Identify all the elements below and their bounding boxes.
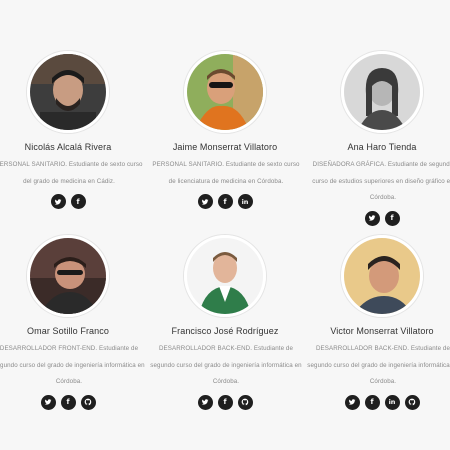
linkedin-icon[interactable]: in <box>384 394 400 410</box>
person-photo-icon <box>187 238 263 314</box>
social-links: f <box>150 394 300 410</box>
team-member-card: Nicolás Alcalá Rivera PERSONAL SANITARIO… <box>0 51 143 209</box>
facebook-icon[interactable]: f <box>384 210 400 226</box>
member-description: DISEÑADORA GRÁFICA. Estudiante de segund… <box>312 161 450 201</box>
person-photo-icon <box>187 54 263 130</box>
social-links: f <box>0 194 143 209</box>
team-member-card: Omar Sotillo Franco DESARROLLADOR FRONT-… <box>0 235 145 410</box>
member-name: Nicolás Alcalá Rivera <box>24 142 112 152</box>
github-icon[interactable] <box>404 394 420 410</box>
person-photo-icon <box>30 238 106 314</box>
twitter-icon[interactable] <box>50 194 66 209</box>
social-links: f in <box>307 394 450 410</box>
member-description: DESARROLLADOR BACK-END. Estudiante de se… <box>150 345 302 385</box>
person-photo-icon <box>344 238 420 314</box>
github-icon[interactable] <box>80 394 96 410</box>
facebook-icon[interactable]: f <box>364 394 380 410</box>
member-name: Jaime Monserrat Villatoro <box>172 142 278 152</box>
team-member-card: Jaime Monserrat Villatoro PERSONAL SANIT… <box>150 51 300 209</box>
team-member-card: Victor Monserrat Villatoro DESARROLLADOR… <box>307 235 450 410</box>
member-description: PERSONAL SANITARIO. Estudiante de sexto … <box>152 161 300 185</box>
avatar <box>341 51 423 133</box>
social-links: f <box>0 394 143 410</box>
member-name: Francisco José Rodríguez <box>171 326 279 336</box>
social-links: f in <box>150 194 300 209</box>
member-name: Omar Sotillo Franco <box>27 326 109 336</box>
facebook-icon[interactable]: f <box>217 394 233 410</box>
linkedin-icon[interactable]: in <box>237 194 253 209</box>
team-member-card: Ana Haro Tienda DISEÑADORA GRÁFICA. Estu… <box>307 51 450 226</box>
facebook-icon[interactable]: f <box>217 194 233 209</box>
twitter-icon[interactable] <box>40 394 56 410</box>
avatar <box>184 235 266 317</box>
avatar <box>184 51 266 133</box>
member-description: PERSONAL SANITARIO. Estudiante de sexto … <box>0 161 143 185</box>
twitter-icon[interactable] <box>197 194 213 209</box>
twitter-icon[interactable] <box>197 394 213 410</box>
member-description: DESARROLLADOR FRONT-END. Estudiante de s… <box>0 345 145 385</box>
member-description: DESARROLLADOR BACK-END. Estudiante de se… <box>307 345 450 385</box>
github-icon[interactable] <box>237 394 253 410</box>
facebook-icon[interactable]: f <box>60 394 76 410</box>
person-photo-icon <box>344 54 420 130</box>
twitter-icon[interactable] <box>344 394 360 410</box>
avatar <box>341 235 423 317</box>
twitter-icon[interactable] <box>364 210 380 226</box>
member-name: Ana Haro Tienda <box>347 142 417 152</box>
person-photo-icon <box>30 54 106 130</box>
avatar <box>27 235 109 317</box>
member-name: Victor Monserrat Villatoro <box>330 326 434 336</box>
team-member-card: Francisco José Rodríguez DESARROLLADOR B… <box>150 235 302 410</box>
avatar <box>27 51 109 133</box>
social-links: f <box>307 210 450 226</box>
facebook-icon[interactable]: f <box>70 194 86 209</box>
